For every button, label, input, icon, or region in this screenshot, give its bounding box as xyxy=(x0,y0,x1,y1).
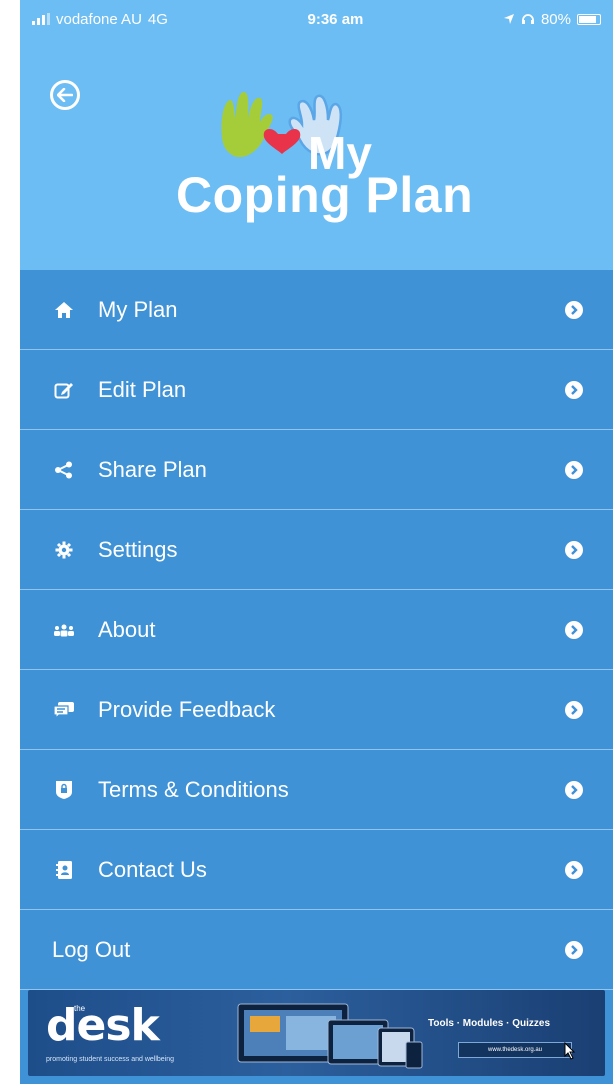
status-right: 80% xyxy=(503,11,601,28)
feedback-icon xyxy=(52,698,76,722)
banner-links: Tools · Modules · Quizzes xyxy=(428,1018,551,1029)
menu-item-label: My Plan xyxy=(98,296,178,322)
chevron-right-icon xyxy=(565,860,583,879)
menu-item-label: Log Out xyxy=(52,936,131,962)
main-menu: My Plan Edit Plan Share Plan Settings Ab… xyxy=(20,270,613,990)
menu-item-label: Settings xyxy=(98,536,178,562)
menu-item-label: About xyxy=(98,616,156,642)
logo-text-coping-plan: Coping Plan xyxy=(176,167,474,223)
chevron-right-icon xyxy=(565,620,583,639)
network-type: 4G xyxy=(147,10,168,28)
edit-icon xyxy=(52,378,76,402)
menu-item-label: Edit Plan xyxy=(98,376,187,402)
menu-item-label: Contact Us xyxy=(98,856,207,882)
status-left: vodafone AU 4G xyxy=(32,11,168,28)
app-header: My Coping Plan xyxy=(20,38,613,270)
app-screen: vodafone AU 4G 9:36 am 80% My Coping Pla… xyxy=(20,0,613,1084)
home-icon xyxy=(52,298,76,322)
shield-icon xyxy=(52,778,76,802)
menu-item-terms-conditions[interactable]: Terms & Conditions xyxy=(20,750,613,830)
menu-item-contact-us[interactable]: Contact Us xyxy=(20,830,613,910)
menu-item-label: Provide Feedback xyxy=(98,696,276,722)
menu-item-share-plan[interactable]: Share Plan xyxy=(20,430,613,510)
banner-url: www.thedesk.org.au xyxy=(458,1042,572,1058)
menu-item-label: Share Plan xyxy=(98,456,207,482)
arrow-left-icon xyxy=(57,88,73,102)
chevron-right-icon xyxy=(565,380,583,399)
battery-icon xyxy=(576,13,601,25)
users-icon xyxy=(52,618,76,642)
app-logo: My Coping Plan xyxy=(170,88,480,223)
location-icon xyxy=(503,14,514,24)
banner-tagline: promoting student success and wellbeing xyxy=(46,1056,175,1063)
gear-icon xyxy=(52,538,76,562)
menu-item-provide-feedback[interactable]: Provide Feedback xyxy=(20,670,613,750)
carrier-name: vodafone AU xyxy=(56,10,142,28)
address-book-icon xyxy=(52,858,76,882)
banner-brand: desk xyxy=(46,1000,160,1051)
chevron-right-icon xyxy=(565,700,583,719)
chevron-right-icon xyxy=(565,460,583,479)
status-bar: vodafone AU 4G 9:36 am 80% xyxy=(20,0,613,38)
menu-item-about[interactable]: About xyxy=(20,590,613,670)
chevron-right-icon xyxy=(565,940,583,959)
menu-item-settings[interactable]: Settings xyxy=(20,510,613,590)
share-icon xyxy=(52,458,76,482)
menu-item-log-out[interactable]: Log Out xyxy=(20,910,613,990)
battery-percent: 80% xyxy=(540,10,571,28)
cursor-icon xyxy=(564,1042,576,1060)
status-time: 9:36 am xyxy=(307,10,364,28)
chevron-right-icon xyxy=(565,300,583,319)
back-button[interactable] xyxy=(50,80,80,110)
menu-item-label: Terms & Conditions xyxy=(98,776,289,802)
signal-icon xyxy=(32,13,50,25)
device-screens-image xyxy=(237,1003,423,1069)
chevron-right-icon xyxy=(565,540,583,559)
the-desk-banner[interactable]: the desk promoting student success and w… xyxy=(28,990,605,1076)
menu-item-edit-plan[interactable]: Edit Plan xyxy=(20,350,613,430)
menu-item-my-plan[interactable]: My Plan xyxy=(20,270,613,350)
headphones-icon xyxy=(521,14,534,24)
chevron-right-icon xyxy=(565,780,583,799)
